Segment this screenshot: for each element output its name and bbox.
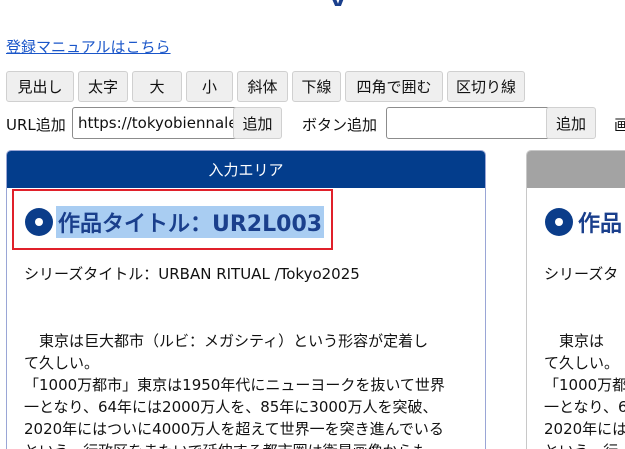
url-label: URL追加 xyxy=(6,116,66,134)
body-line: という。行政区をまたいで延伸する都市圏は衛星画像からも xyxy=(24,440,469,449)
preview-panel-header xyxy=(527,151,625,188)
format-toolbar: 見出し 太字 大 小 斜体 下線 四角で囲む 区切り線 xyxy=(6,71,525,103)
small-button[interactable]: 小 xyxy=(186,71,233,102)
button-add-label: ボタン追加 xyxy=(302,116,378,134)
highlight-box xyxy=(12,189,333,250)
underline-button[interactable]: 下線 xyxy=(292,71,341,102)
page-title-fragment: y xyxy=(330,0,370,6)
manual-link[interactable]: 登録マニュアルはこちら xyxy=(6,36,171,57)
body-line: 一となり、64年には2000万人を、85年に3000万人を突破、 xyxy=(24,398,438,416)
body-line: 東京は xyxy=(544,332,605,350)
body-line: という。行 xyxy=(544,440,625,449)
url-input[interactable]: https://tokyobiennale xyxy=(72,107,240,139)
input-body-text[interactable]: 東京は巨大都市（ルビ：メガシティ）という形容が定着し て久しい。 「1000万都… xyxy=(24,330,469,449)
body-line: て久しい。 xyxy=(544,354,620,372)
divider-button[interactable]: 区切り線 xyxy=(447,71,525,102)
body-line: て久しい。 xyxy=(24,354,100,372)
body-line: 「1000万都市」東京は1950年代にニューヨークを抜いて世界 xyxy=(24,376,445,394)
body-line: 「1000万都 xyxy=(544,376,625,394)
preview-title-heading: 作品 xyxy=(545,206,624,238)
button-add-button[interactable]: 追加 xyxy=(546,107,596,139)
box-button[interactable]: 四角で囲む xyxy=(345,71,443,102)
body-line: 東京は巨大都市（ルビ：メガシティ）という形容が定着し xyxy=(24,332,429,350)
body-line: 2020年には xyxy=(544,420,625,438)
button-text-input[interactable] xyxy=(386,107,550,139)
large-button[interactable]: 大 xyxy=(132,71,182,102)
body-line: 2020年にはついに4000万人を超えて世界一を突き進んでいる xyxy=(24,420,444,438)
body-line: 一となり、6 xyxy=(544,398,625,416)
link-row: URL追加 https://tokyobiennale 追加 ボタン追加 追加 … xyxy=(6,107,625,139)
preview-body-text: 東京は て久しい。 「1000万都 一となり、6 2020年には という。行 xyxy=(544,330,625,449)
input-panel-header: 入力エリア xyxy=(7,151,485,188)
italic-button[interactable]: 斜体 xyxy=(237,71,288,102)
heading-button[interactable]: 見出し xyxy=(6,71,74,102)
circle-bullet-icon xyxy=(545,208,573,236)
bold-button[interactable]: 太字 xyxy=(78,71,128,102)
url-add-button[interactable]: 追加 xyxy=(233,107,282,139)
preview-work-title: 作品 xyxy=(578,212,623,237)
series-title: シリーズタイトル：URBAN RITUAL /Tokyo2025 xyxy=(24,265,360,283)
image-add-label[interactable]: 画 xyxy=(614,114,625,135)
preview-series-title: シリーズタ xyxy=(544,265,619,283)
